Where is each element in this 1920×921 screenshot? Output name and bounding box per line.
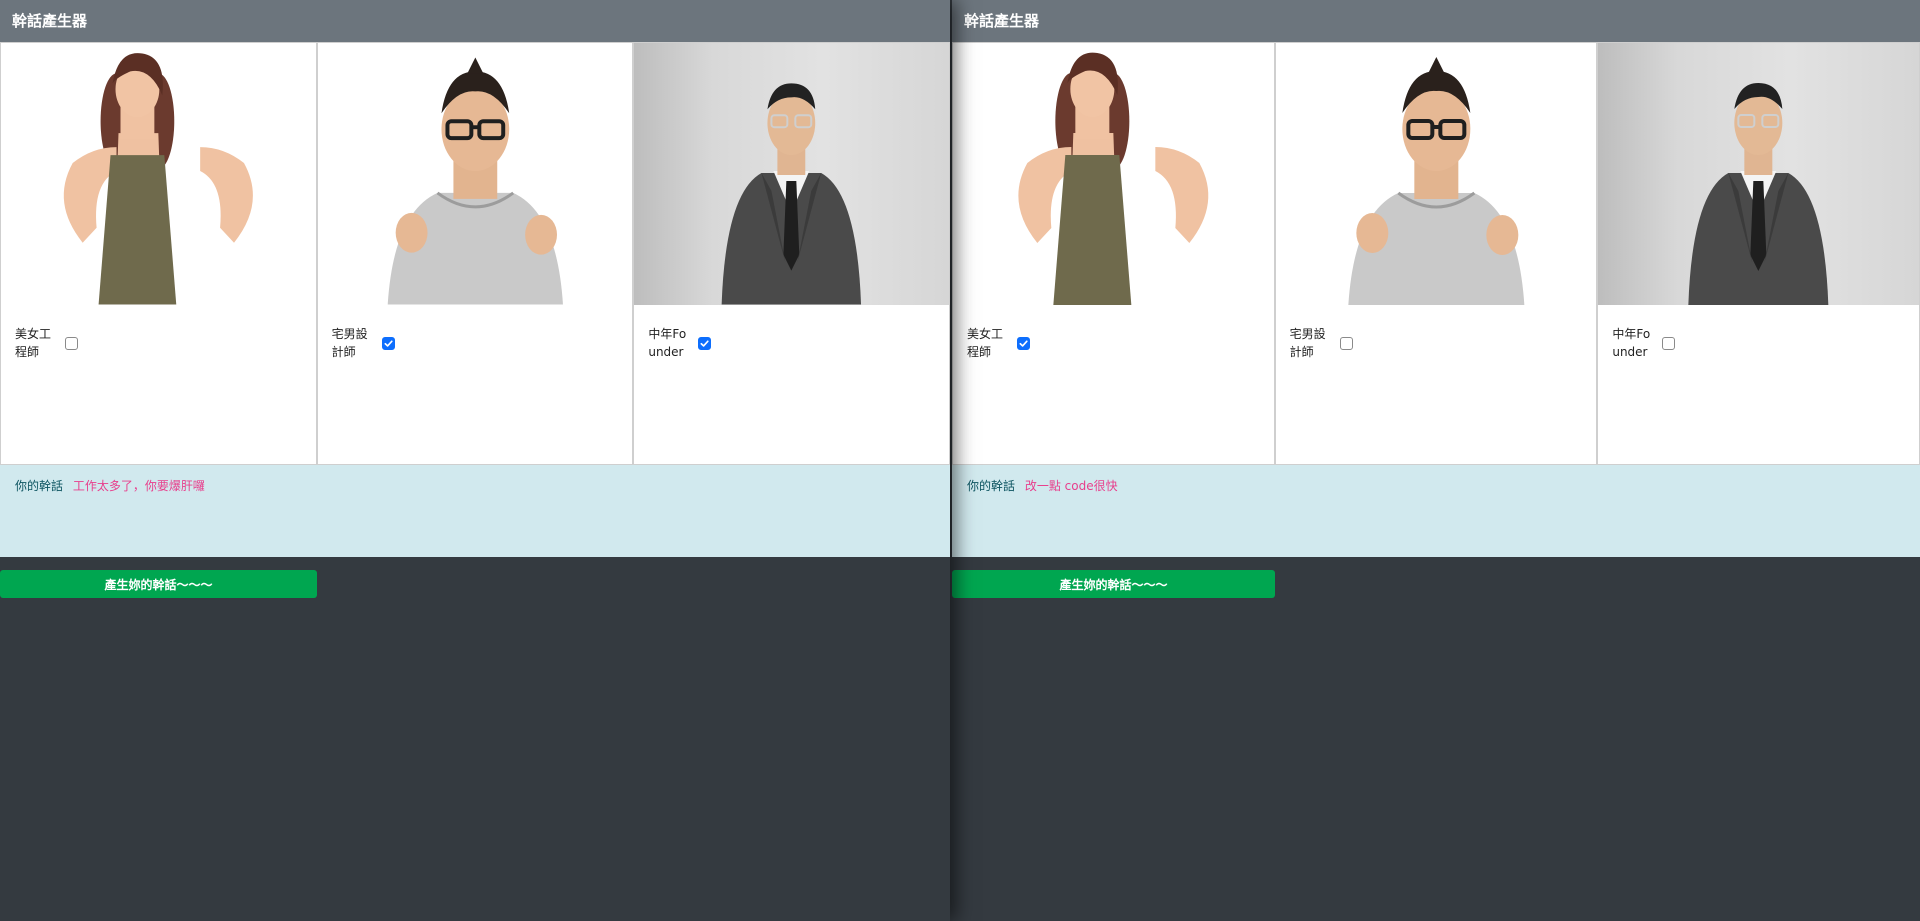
app-window-left: 幹話產生器 美女工程師 宅男設計師 中年Founder 你的幹話 工作太多了，你… — [0, 0, 950, 921]
persona-card-engineer: 美女工程師 — [0, 42, 317, 465]
persona-card-founder: 中年Founder — [1597, 42, 1920, 465]
persona-card-engineer: 美女工程師 — [952, 42, 1275, 465]
persona-card-designer: 宅男設計師 — [316, 42, 634, 465]
woman-in-apron-photo — [953, 43, 1274, 305]
persona-label: 宅男設計師 — [331, 327, 368, 359]
man-in-suit-photo — [634, 43, 950, 305]
navbar-title: 幹話產生器 — [0, 0, 950, 42]
result-text: 改一點 code很快 — [1024, 479, 1118, 493]
persona-cards: 美女工程師 宅男設計師 中年Founder — [0, 42, 950, 465]
persona-label: 美女工程師 — [967, 327, 1004, 359]
persona-card-founder: 中年Founder — [633, 42, 950, 465]
result-text: 工作太多了，你要爆肝囉 — [72, 479, 205, 493]
persona-label: 中年Founder — [1612, 327, 1651, 359]
persona-checkbox[interactable] — [698, 336, 712, 350]
persona-checkbox[interactable] — [381, 336, 395, 350]
result-alert: 你的幹話 工作太多了，你要爆肝囉 — [0, 465, 950, 557]
persona-label: 宅男設計師 — [1289, 327, 1326, 359]
persona-checkbox[interactable] — [65, 336, 78, 350]
man-with-glasses-photo — [317, 43, 633, 305]
generate-button[interactable]: 產生妳的幹話～～～ — [0, 570, 317, 598]
persona-checkbox[interactable] — [1017, 336, 1030, 350]
persona-checkbox[interactable] — [1339, 336, 1353, 350]
navbar-title: 幹話產生器 — [952, 0, 1920, 42]
check-icon — [700, 339, 709, 347]
man-in-suit-photo — [1598, 43, 1920, 305]
result-label: 你的幹話 — [967, 479, 1016, 493]
persona-label: 美女工程師 — [15, 327, 52, 359]
man-with-glasses-photo — [1275, 43, 1597, 305]
woman-in-apron-photo — [1, 43, 316, 305]
generate-button[interactable]: 產生妳的幹話～～～ — [952, 570, 1275, 598]
result-alert: 你的幹話 改一點 code很快 — [952, 465, 1920, 557]
app-window-right: 幹話產生器 美女工程師 宅男設計師 中年Founder 你的幹話 改一點 cod… — [952, 0, 1920, 921]
result-label: 你的幹話 — [15, 479, 64, 493]
persona-checkbox[interactable] — [1662, 336, 1676, 350]
persona-label: 中年Founder — [648, 327, 687, 359]
persona-card-designer: 宅男設計師 — [1274, 42, 1598, 465]
check-icon — [1019, 339, 1028, 347]
persona-cards: 美女工程師 宅男設計師 中年Founder — [952, 42, 1920, 465]
check-icon — [384, 339, 393, 347]
